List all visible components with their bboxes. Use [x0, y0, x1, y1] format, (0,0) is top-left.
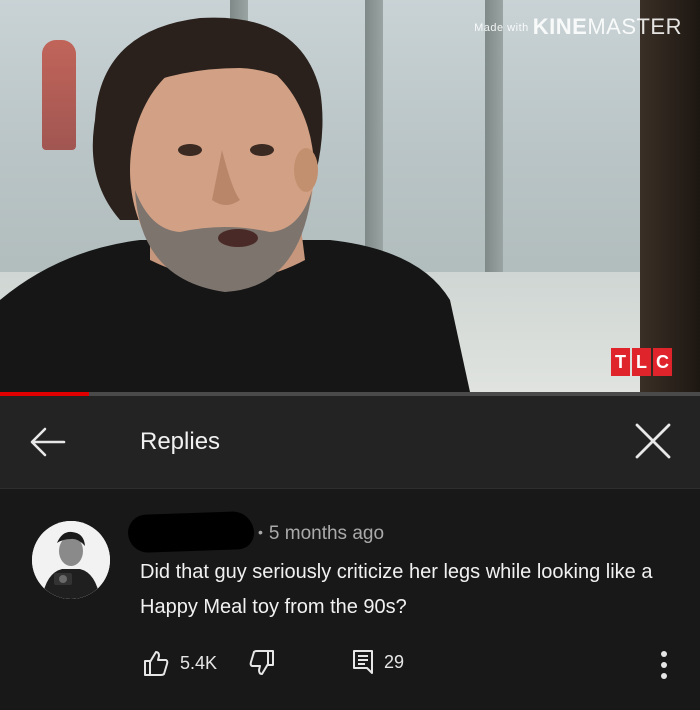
- kinemaster-watermark: Made with KINEMASTER: [474, 14, 682, 39]
- reply-count: 29: [384, 651, 405, 672]
- dislike-button[interactable]: [246, 649, 276, 677]
- comment: • 5 months ago Did that guy seriously cri…: [0, 489, 700, 710]
- comment-icon: [353, 650, 373, 674]
- video-frame-person: [0, 17, 470, 392]
- close-icon[interactable]: [632, 420, 674, 462]
- arrow-left-icon[interactable]: [28, 424, 68, 460]
- avatar-photo: [32, 521, 110, 599]
- comment-text: Did that guy seriously criticize her leg…: [140, 561, 653, 618]
- thumbs-down-icon: [249, 650, 274, 675]
- thumbs-up-icon: [144, 651, 169, 676]
- more-vertical-icon[interactable]: [654, 649, 674, 681]
- redacted-author-name: [127, 510, 255, 554]
- tlc-logo-letter: L: [632, 348, 651, 376]
- replies-button[interactable]: 29: [352, 649, 404, 675]
- tlc-logo-letter: T: [611, 348, 630, 376]
- page-title: Replies: [140, 428, 221, 455]
- like-button[interactable]: 5.4K: [142, 649, 217, 677]
- replies-header: Replies: [0, 396, 700, 489]
- tlc-logo: T L C: [611, 348, 672, 376]
- avatar[interactable]: [32, 521, 110, 599]
- tlc-logo-letter: C: [653, 348, 672, 376]
- comment-actions: 5.4K 29: [0, 645, 700, 685]
- video-player[interactable]: Made with KINEMASTER T L C: [0, 0, 700, 392]
- timestamp-text: 5 months ago: [268, 523, 385, 544]
- time-separator: •: [258, 524, 263, 540]
- like-count: 5.4K: [180, 652, 218, 673]
- comment-timestamp: • 5 months ago: [258, 523, 384, 545]
